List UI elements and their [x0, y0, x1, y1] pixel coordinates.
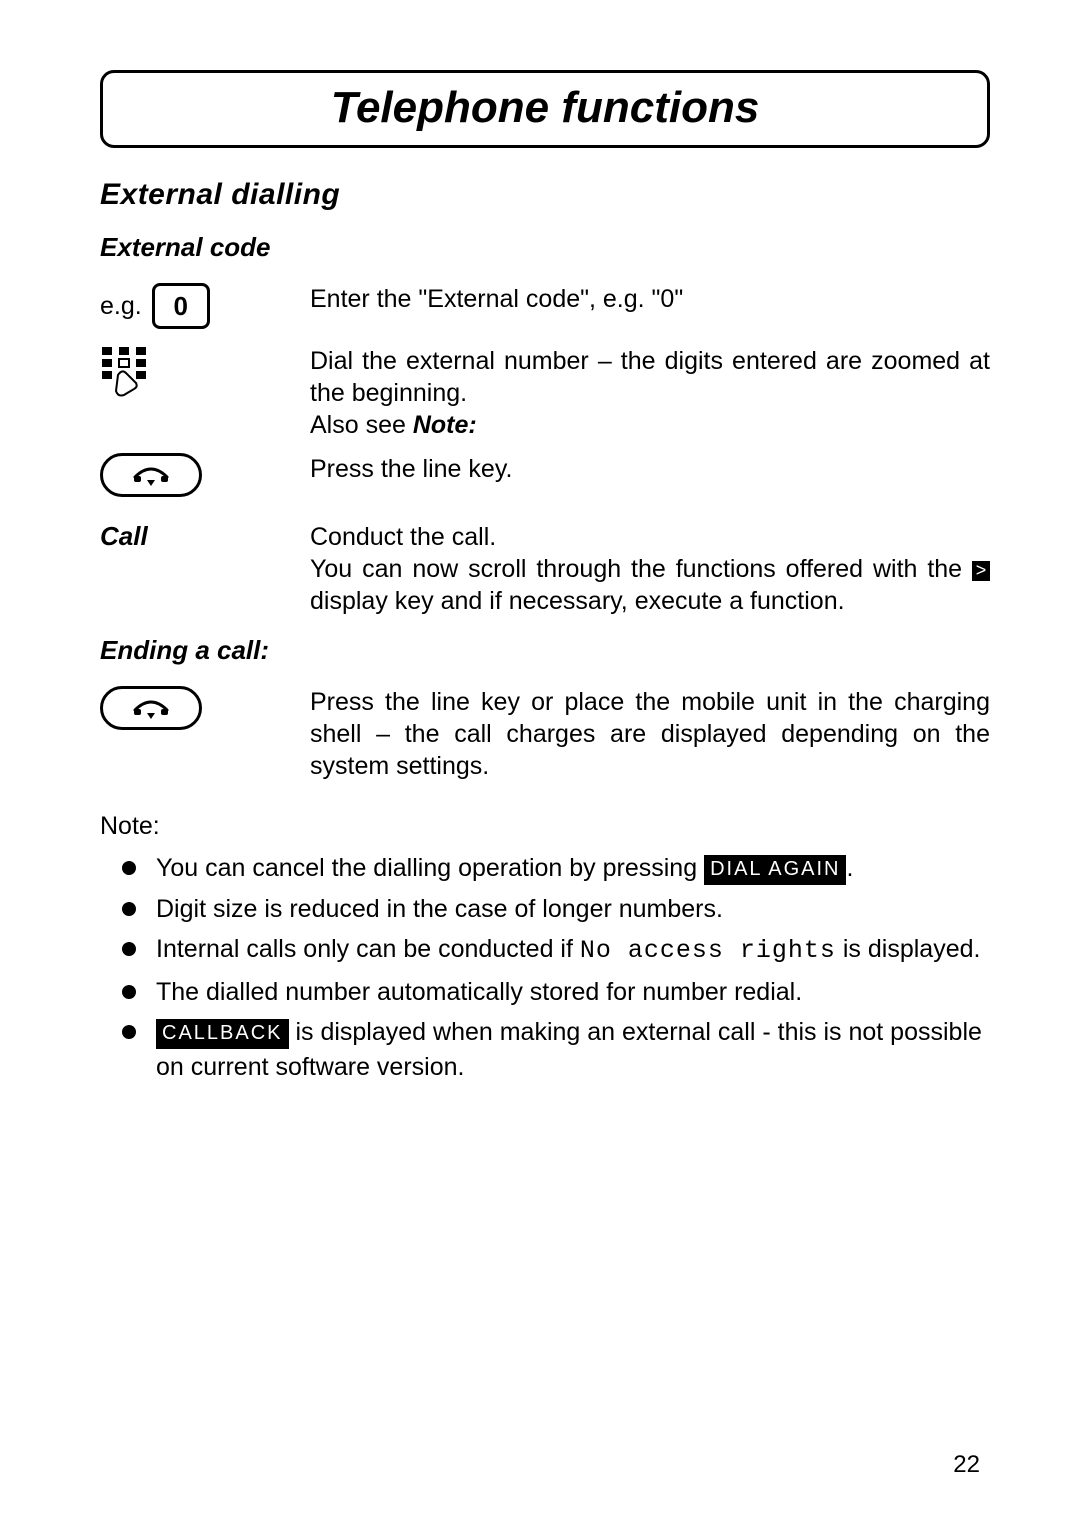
line-key-icon: [100, 453, 202, 497]
step-desc: Press the line key.: [310, 453, 990, 485]
note-text: Internal calls only can be conducted if: [156, 935, 580, 963]
section-heading: External dialling: [100, 178, 990, 212]
note-text: .: [846, 854, 853, 882]
subheading-external-code: External code: [100, 232, 990, 263]
also-see-prefix: Also see: [310, 411, 413, 439]
step-desc: Press the line key or place the mobile u…: [310, 686, 990, 782]
note-item: CALLBACK is displayed when making an ext…: [122, 1015, 990, 1084]
dial-again-badge: DIAL AGAIN: [704, 855, 846, 885]
note-heading: Note:: [100, 812, 990, 841]
step-icon-col: Call: [100, 521, 310, 552]
call-label: Call: [100, 521, 148, 552]
step-row-dial-number: Dial the external number – the digits en…: [100, 345, 990, 441]
step-icon-col: e.g. 0: [100, 283, 310, 329]
note-item: You can cancel the dialling operation by…: [122, 851, 990, 886]
call-desc-2b: display key and if necessary, execute a …: [310, 587, 845, 615]
right-arrow-icon: >: [972, 561, 990, 581]
manual-page: Telephone functions External dialling Ex…: [0, 0, 1080, 1529]
call-desc-2a: You can now scroll through the functions…: [310, 555, 972, 583]
page-title: Telephone functions: [100, 70, 990, 148]
note-word: Note:: [413, 411, 477, 439]
step-icon-col: [100, 453, 310, 497]
note-item: Internal calls only can be conducted if …: [122, 932, 990, 969]
page-number: 22: [953, 1451, 980, 1479]
step-row-line-key: Press the line key.: [100, 453, 990, 497]
subheading-ending-call: Ending a call:: [100, 635, 990, 666]
note-text: Digit size is reduced in the case of lon…: [156, 895, 723, 923]
step-icon-col: [100, 345, 310, 397]
note-text: You can cancel the dialling operation by…: [156, 854, 704, 882]
note-text: is displayed.: [836, 935, 981, 963]
step-icon-col: [100, 686, 310, 730]
step-row-call: Call Conduct the call. You can now scrol…: [100, 521, 990, 617]
dial-text-1: Dial the external number – the digits en…: [310, 347, 990, 407]
note-item: The dialled number automatically stored …: [122, 975, 990, 1010]
step-row-end-call: Press the line key or place the mobile u…: [100, 686, 990, 782]
eg-label: e.g.: [100, 292, 142, 321]
step-desc: Conduct the call. You can now scroll thr…: [310, 521, 990, 617]
no-access-rights-text: No access rights: [580, 936, 836, 965]
line-key-icon: [100, 686, 202, 730]
step-desc: Enter the "External code", e.g. "0": [310, 283, 990, 315]
note-text: The dialled number automatically stored …: [156, 978, 802, 1006]
step-row-enter-code: e.g. 0 Enter the "External code", e.g. "…: [100, 283, 990, 329]
note-item: Digit size is reduced in the case of lon…: [122, 892, 990, 927]
step-desc: Dial the external number – the digits en…: [310, 345, 990, 441]
keypad-icon: [100, 345, 148, 397]
call-desc-1: Conduct the call.: [310, 523, 496, 551]
notes-list: You can cancel the dialling operation by…: [122, 851, 990, 1084]
key-zero-button-icon: 0: [152, 283, 210, 329]
callback-badge: CALLBACK: [156, 1019, 289, 1049]
